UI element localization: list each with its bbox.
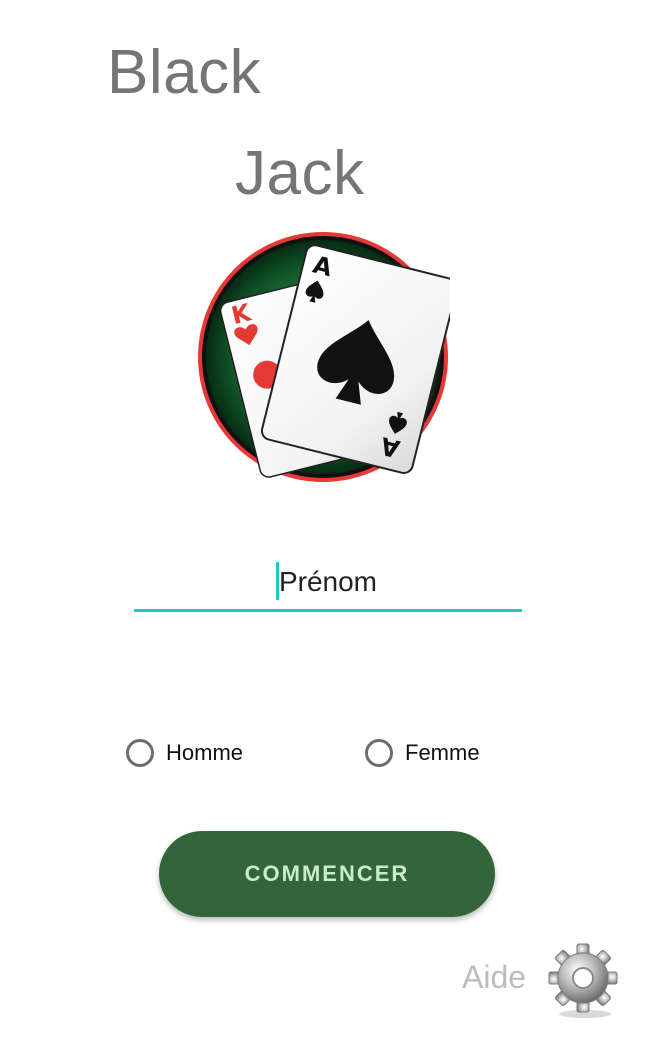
input-underline	[134, 609, 522, 612]
start-button[interactable]: COMMENCER	[159, 831, 495, 917]
radio-femme[interactable]: Femme	[365, 734, 480, 772]
app-screen: Black Jack K A A Prénom Homme Femme COMM…	[0, 0, 656, 1044]
radio-button-homme[interactable]	[126, 739, 154, 767]
help-section[interactable]: Aide	[455, 935, 645, 1025]
radio-label-homme: Homme	[166, 740, 244, 765]
title-black: Black	[107, 38, 262, 107]
first-name-field[interactable]	[134, 556, 522, 612]
text-cursor	[276, 562, 279, 600]
title-jack: Jack	[235, 139, 365, 208]
radio-homme[interactable]: Homme	[126, 734, 243, 772]
blackjack-logo: K A A	[198, 232, 450, 482]
radio-label-femme: Femme	[405, 740, 480, 765]
radio-button-femme[interactable]	[365, 739, 393, 767]
help-label[interactable]: Aide	[462, 959, 526, 996]
first-name-input[interactable]	[134, 556, 522, 608]
gear-icon[interactable]	[543, 940, 623, 1020]
